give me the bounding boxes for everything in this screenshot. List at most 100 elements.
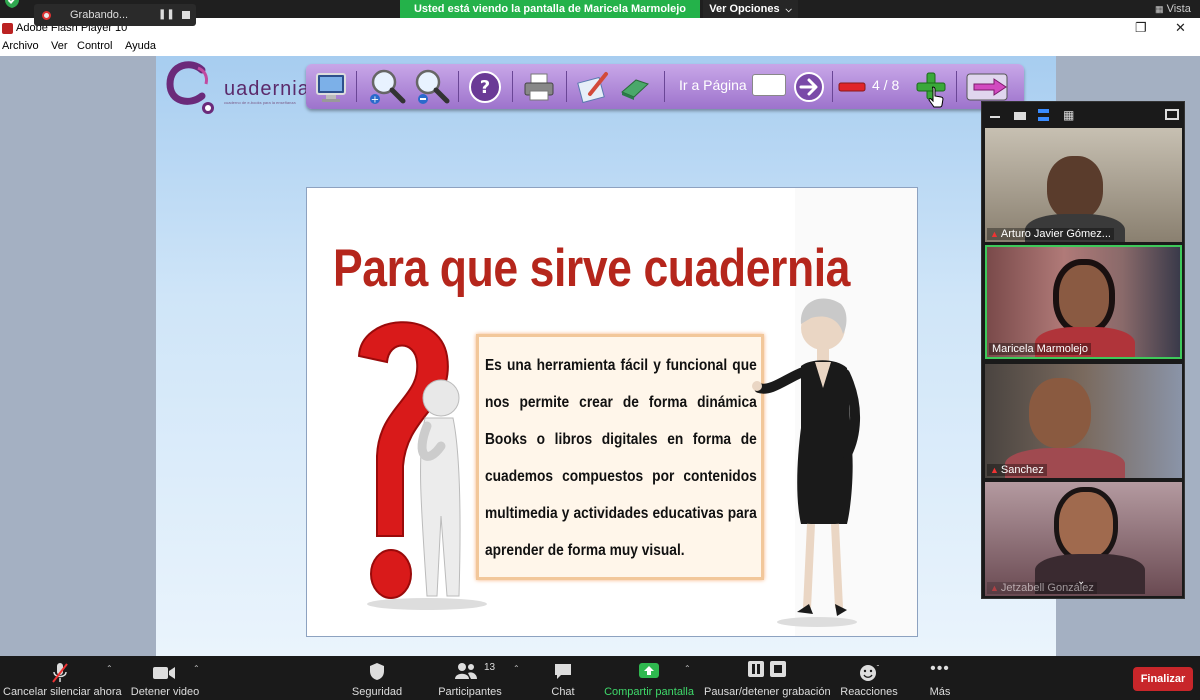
security-label: Seguridad <box>351 686 403 698</box>
zoom-in-icon[interactable]: + <box>368 67 408 107</box>
close-window-icon[interactable]: ✕ <box>1175 20 1186 36</box>
presenter-woman-figure <box>752 298 860 627</box>
chevron-down-icon: ⌵ <box>785 5 792 14</box>
cuadernia-toolbar: + ? Ir a Página 4 / 8 <box>306 64 1024 109</box>
participant-tile[interactable]: ▲ Jetzabell González ⌄ <box>985 482 1182 596</box>
share-screen-icon <box>639 663 659 678</box>
video-options-caret-icon[interactable]: ⌃ <box>193 664 200 673</box>
participants-caret-icon[interactable]: ⌃ <box>513 664 520 673</box>
shield-icon <box>370 663 384 680</box>
hand-cursor-icon <box>928 86 944 108</box>
cuadernia-logo-icon <box>166 61 214 114</box>
chat-button[interactable]: Chat <box>540 656 586 700</box>
toolbar-separator <box>356 71 357 102</box>
eraser-icon[interactable] <box>618 70 652 104</box>
participant-head <box>1059 492 1113 558</box>
people-icon <box>455 663 477 679</box>
monitor-icon[interactable] <box>314 70 348 104</box>
participant-tile[interactable]: Maricela Marmolejo <box>985 245 1182 359</box>
reactions-label: Reacciones <box>840 686 898 698</box>
single-view-icon[interactable] <box>1014 112 1026 120</box>
audio-options-caret-icon[interactable]: ⌃ <box>106 664 113 673</box>
mic-muted-icon: ▲ <box>990 583 999 593</box>
cuadernia-stage: uadernia cuaderno de e-books para la ens… <box>156 56 1056 656</box>
svg-text:+: + <box>876 662 879 670</box>
scroll-down-icon[interactable]: ⌄ <box>1077 576 1085 587</box>
slide-text-box: Es una herramienta fácil y funcional que… <box>476 334 764 580</box>
cuadernia-logo-text: uadernia <box>224 78 310 100</box>
toolbar-separator <box>832 71 833 102</box>
view-options-button[interactable]: Ver Opciones ⌵ <box>703 0 798 19</box>
toolbar-separator <box>956 71 957 102</box>
participants-label: Participantes <box>438 686 502 698</box>
participants-count: 13 <box>484 662 496 673</box>
slide-body-text: Es una herramienta fácil y funcional que… <box>485 357 757 559</box>
question-mark-figure <box>357 321 487 610</box>
stop-recording-icon[interactable] <box>182 11 190 19</box>
more-button[interactable]: ••• Más <box>920 656 960 700</box>
pause-icon <box>748 661 764 677</box>
stop-video-label: Detener video <box>130 686 200 698</box>
minimize-panel-icon[interactable] <box>990 116 1000 118</box>
menu-ver[interactable]: Ver <box>51 40 68 52</box>
exit-icon[interactable] <box>964 70 1014 104</box>
gallery-view-icon[interactable]: ▦ <box>1063 109 1074 121</box>
slide: Para que sirve cuadernia Es una herramie… <box>306 187 918 637</box>
stop-icon <box>770 661 786 677</box>
toolbar-separator <box>458 71 459 102</box>
chat-bubble-icon <box>555 664 571 679</box>
menu-control[interactable]: Control <box>77 40 112 52</box>
share-screen-button[interactable]: Compartir pantalla <box>602 656 696 700</box>
cuadernia-logo-subtitle: cuaderno de e-books para la enseñanza <box>224 100 296 105</box>
unmute-button[interactable]: Cancelar silenciar ahora <box>0 656 122 700</box>
edit-notes-icon[interactable] <box>576 70 610 104</box>
popout-icon[interactable] <box>1165 109 1179 120</box>
screen: Usted está viendo la pantalla de Maricel… <box>0 0 1200 700</box>
svg-text:+: + <box>371 95 379 106</box>
printer-icon[interactable] <box>522 70 556 104</box>
toolbar-separator <box>566 71 567 102</box>
reactions-button[interactable]: + Reacciones <box>840 656 898 700</box>
participant-head <box>1047 156 1103 220</box>
goto-page-label: Ir a Página <box>679 77 747 93</box>
svg-text:?: ? <box>480 77 490 98</box>
pause-recording-icon[interactable]: ❚❚ <box>158 9 175 21</box>
security-shield-icon <box>5 0 19 8</box>
toolbar-separator <box>512 71 513 102</box>
mic-muted-icon: ▲ <box>990 229 999 239</box>
screen-share-banner: Usted está viendo la pantalla de Maricel… <box>400 0 700 19</box>
mic-muted-icon: ▲ <box>990 465 999 475</box>
share-options-caret-icon[interactable]: ⌃ <box>684 664 691 673</box>
arrow-right-icon[interactable] <box>792 70 826 104</box>
previous-page-icon[interactable] <box>836 70 870 104</box>
pause-stop-recording-label: Pausar/detener grabación <box>704 686 831 698</box>
cuadernia-logo: uadernia cuaderno de e-books para la ens… <box>162 58 309 114</box>
end-meeting-button[interactable]: Finalizar <box>1133 667 1193 691</box>
emoji-add-icon: + <box>860 662 879 681</box>
participant-tile[interactable]: ▲ Sanchez <box>985 364 1182 478</box>
zoom-out-icon[interactable] <box>412 67 452 107</box>
security-button[interactable]: Seguridad <box>346 656 408 700</box>
goto-page-input[interactable] <box>752 74 786 96</box>
view-label: Vista <box>1166 3 1191 15</box>
strip-view-icon[interactable] <box>1038 109 1049 121</box>
participant-name: ▲ Arturo Javier Gómez... <box>987 228 1114 240</box>
menu-archivo[interactable]: Archivo <box>2 40 39 52</box>
participant-head <box>1029 378 1091 448</box>
help-icon[interactable]: ? <box>468 70 502 104</box>
panel-controls: ▦ <box>982 102 1184 128</box>
microphone-muted-icon <box>52 663 68 683</box>
zoom-bottom-toolbar: Cancelar silenciar ahora ⌃ Detener video… <box>0 656 1200 700</box>
stop-video-button[interactable]: Detener video <box>128 656 202 700</box>
menu-ayuda[interactable]: Ayuda <box>125 40 156 52</box>
view-button[interactable]: ▦ Vista <box>1155 3 1191 15</box>
grid-icon: ▦ <box>1155 4 1164 14</box>
participant-tile[interactable]: ▲ Arturo Javier Gómez... <box>985 128 1182 242</box>
unmute-label: Cancelar silenciar ahora <box>3 686 122 698</box>
page-indicator: 4 / 8 <box>872 77 900 93</box>
more-label: Más <box>929 686 951 698</box>
restore-window-icon[interactable]: ❐ <box>1135 20 1147 36</box>
share-screen-label: Compartir pantalla <box>604 686 694 698</box>
pause-stop-recording-button[interactable]: Pausar/detener grabación <box>704 656 831 700</box>
participant-name: Maricela Marmolejo <box>989 343 1091 355</box>
